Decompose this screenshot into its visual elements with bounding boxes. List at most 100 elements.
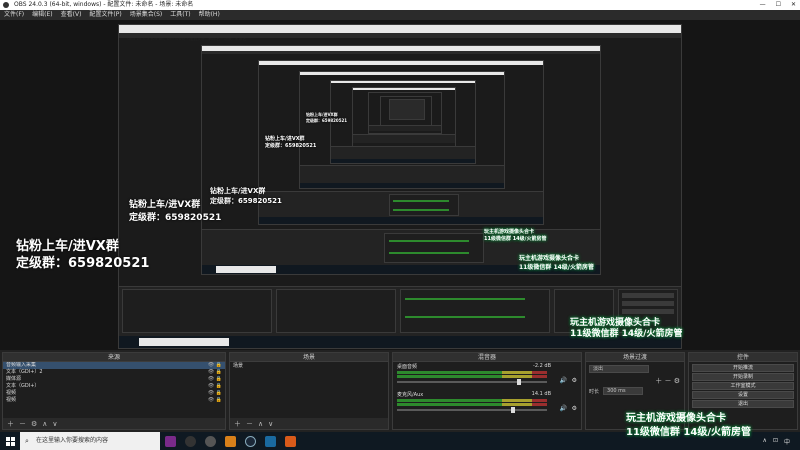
eye-lock-icon[interactable]: 👁 🔒 <box>208 376 222 383</box>
channel-db: -2.2 dB <box>533 363 551 369</box>
gear-icon[interactable]: ⚙ <box>572 405 577 412</box>
taskbar-app-icon[interactable] <box>220 432 240 450</box>
channel-db: 14.1 dB <box>531 391 551 397</box>
search-placeholder: 在这里输入你要搜索的内容 <box>36 437 109 444</box>
scene-item[interactable]: 场景 <box>230 362 388 370</box>
speaker-icon[interactable]: 🔊 <box>560 405 567 412</box>
scenes-toolbar: ＋ － ∧ ∨ <box>230 418 388 429</box>
mixer-title: 混音器 <box>393 353 581 362</box>
source-item[interactable]: 媒体源 👁 🔒 <box>3 376 225 383</box>
sources-toolbar: ＋ － ⚙ ∧ ∨ <box>3 418 225 429</box>
close-button[interactable]: ✕ <box>791 0 796 10</box>
volume-slider[interactable] <box>397 379 547 385</box>
scenes-list[interactable]: 场景 <box>230 362 388 418</box>
source-item[interactable]: 视频 👁 🔒 <box>3 390 225 397</box>
source-settings-icon[interactable]: ⚙ <box>31 420 37 428</box>
move-down-icon[interactable]: ∨ <box>52 420 57 428</box>
nested-capture-8 <box>380 96 432 126</box>
sources-dock: 来源 音频输入采集 👁 🔒 文本（GDI+）2 👁 🔒 媒体源 👁 🔒 文本（GDI+… <box>2 352 226 430</box>
duration-label: 时长 <box>589 388 600 395</box>
source-item[interactable]: 音频输入采集 👁 🔒 <box>3 362 225 369</box>
obs-app-icon <box>3 2 9 8</box>
minimize-button[interactable]: — <box>760 0 766 10</box>
start-button[interactable] <box>0 432 20 450</box>
promo-text-l1: 玩主机游戏摄像头合卡 11级微信群 14级/火箭房管 <box>519 255 594 271</box>
volume-knob[interactable] <box>516 379 521 385</box>
settings-button[interactable]: 设置 <box>692 391 794 399</box>
studio-mode-button[interactable]: 工作室模式 <box>692 382 794 390</box>
preview-canvas[interactable]: OBS 24.0.3 (64-bit, windows) - 配置文件: 未命名… <box>0 20 800 350</box>
promo-text-main: 玩主机游戏摄像头合卡 11级微信群 14级/火箭房管 <box>626 412 751 440</box>
menu-tools[interactable]: 工具(T) <box>170 10 190 20</box>
promo-text-mid: 玩主机游戏摄像头合卡 11级微信群 14级/火箭房管 <box>570 318 683 339</box>
eye-lock-icon[interactable]: 👁 🔒 <box>208 383 222 390</box>
scene-down-icon[interactable]: ∨ <box>268 420 273 428</box>
system-tray: ∧ ⊡ 中 <box>763 437 800 446</box>
tray-app-icon[interactable]: ⊡ <box>773 437 778 446</box>
eye-lock-icon[interactable]: 👁 🔒 <box>208 369 222 376</box>
taskbar-search[interactable]: ⌕ 在这里输入你要搜索的内容 <box>20 432 160 450</box>
move-up-icon[interactable]: ∧ <box>42 420 47 428</box>
level-meter <box>397 375 547 378</box>
nested-capture-2: 钻粉上车/进VX群 定级群：659820521 钻粉上车/进VX群 定级群：6598… <box>201 45 601 275</box>
taskbar-app-icon[interactable] <box>260 432 280 450</box>
speaker-icon[interactable]: 🔊 <box>560 377 567 384</box>
mixer-channel: 桌面音频 -2.2 dB 🔊 ⚙ <box>393 362 581 390</box>
taskbar-app-icon[interactable] <box>280 432 300 450</box>
menu-scene-collection[interactable]: 场景集合(S) <box>130 10 163 20</box>
sources-list[interactable]: 音频输入采集 👁 🔒 文本（GDI+）2 👁 🔒 媒体源 👁 🔒 文本（GDI+） 👁 … <box>3 362 225 418</box>
menu-file[interactable]: 文件(F) <box>4 10 24 20</box>
menu-profile[interactable]: 配置文件(P) <box>89 10 121 20</box>
taskbar-app-icon[interactable] <box>180 432 200 450</box>
remove-transition-icon[interactable]: － <box>664 377 671 385</box>
scene-up-icon[interactable]: ∧ <box>258 420 263 428</box>
source-item[interactable]: 文本（GDI+）2 👁 🔒 <box>3 369 225 376</box>
nested-capture-6 <box>352 87 456 147</box>
transition-settings-icon[interactable]: ⚙ <box>674 377 680 385</box>
overlay-text-l1: 钻粉上车/进VX群 定级群：659820521 <box>129 200 222 223</box>
mixer-channel: 麦克风/Aux 14.1 dB 🔊 ⚙ <box>393 390 581 418</box>
gear-icon[interactable]: ⚙ <box>572 377 577 384</box>
source-item[interactable]: 文本（GDI+） 👁 🔒 <box>3 383 225 390</box>
start-recording-button[interactable]: 开始录制 <box>692 373 794 381</box>
overlay-text-l4: 钻粉上车/进VX群 定级群：659820521 <box>306 112 348 123</box>
scenes-title: 场景 <box>230 353 388 362</box>
nested-capture-9 <box>389 99 425 120</box>
eye-lock-icon[interactable]: 👁 🔒 <box>208 362 222 369</box>
eye-lock-icon[interactable]: 👁 🔒 <box>208 390 222 397</box>
duration-input[interactable]: 300 ms <box>603 387 644 395</box>
remove-scene-icon[interactable]: － <box>246 419 253 429</box>
windows-icon <box>5 436 15 446</box>
remove-source-icon[interactable]: － <box>19 419 26 429</box>
nested-capture-7 <box>368 92 442 134</box>
scenes-dock: 场景 场景 ＋ － ∧ ∨ <box>229 352 389 430</box>
exit-button[interactable]: 退出 <box>692 400 794 408</box>
taskbar-app-icon[interactable] <box>160 432 180 450</box>
menu-edit[interactable]: 编辑(E) <box>32 10 52 20</box>
start-streaming-button[interactable]: 开始推流 <box>692 364 794 372</box>
source-item[interactable]: 视频 👁 🔒 <box>3 397 225 404</box>
add-scene-icon[interactable]: ＋ <box>234 419 241 429</box>
menu-help[interactable]: 帮助(H) <box>199 10 220 20</box>
controls-title: 控件 <box>689 353 797 362</box>
eye-lock-icon[interactable]: 👁 🔒 <box>208 397 222 404</box>
mixer-dock: 混音器 桌面音频 -2.2 dB 🔊 ⚙ 麦克风/Aux 14.1 dB 🔊 ⚙ <box>392 352 582 430</box>
sources-title: 来源 <box>3 353 225 362</box>
maximize-button[interactable]: ☐ <box>776 0 781 10</box>
add-source-icon[interactable]: ＋ <box>7 419 14 429</box>
search-icon: ⌕ <box>25 437 29 445</box>
transition-select[interactable]: 淡出 <box>589 365 649 373</box>
add-transition-icon[interactable]: ＋ <box>655 377 662 385</box>
input-method-icon[interactable]: 中 <box>784 437 790 446</box>
nested-capture-4: 钻粉上车/进VX群 定级群：659820521 <box>299 71 505 189</box>
menu-view[interactable]: 查看(V) <box>61 10 82 20</box>
window-titlebar: OBS 24.0.3 (64-bit, windows) - 配置文件: 未命名… <box>0 0 800 10</box>
volume-knob[interactable] <box>510 407 515 413</box>
channel-name: 桌面音频 <box>397 364 418 370</box>
taskbar-app-icon[interactable] <box>200 432 220 450</box>
overlay-line1: 钻粉上车/进VX群 <box>16 239 119 254</box>
steam-icon[interactable] <box>240 432 260 450</box>
volume-slider[interactable] <box>397 407 547 413</box>
tray-chevron-icon[interactable]: ∧ <box>763 437 767 446</box>
level-meter <box>397 403 547 406</box>
